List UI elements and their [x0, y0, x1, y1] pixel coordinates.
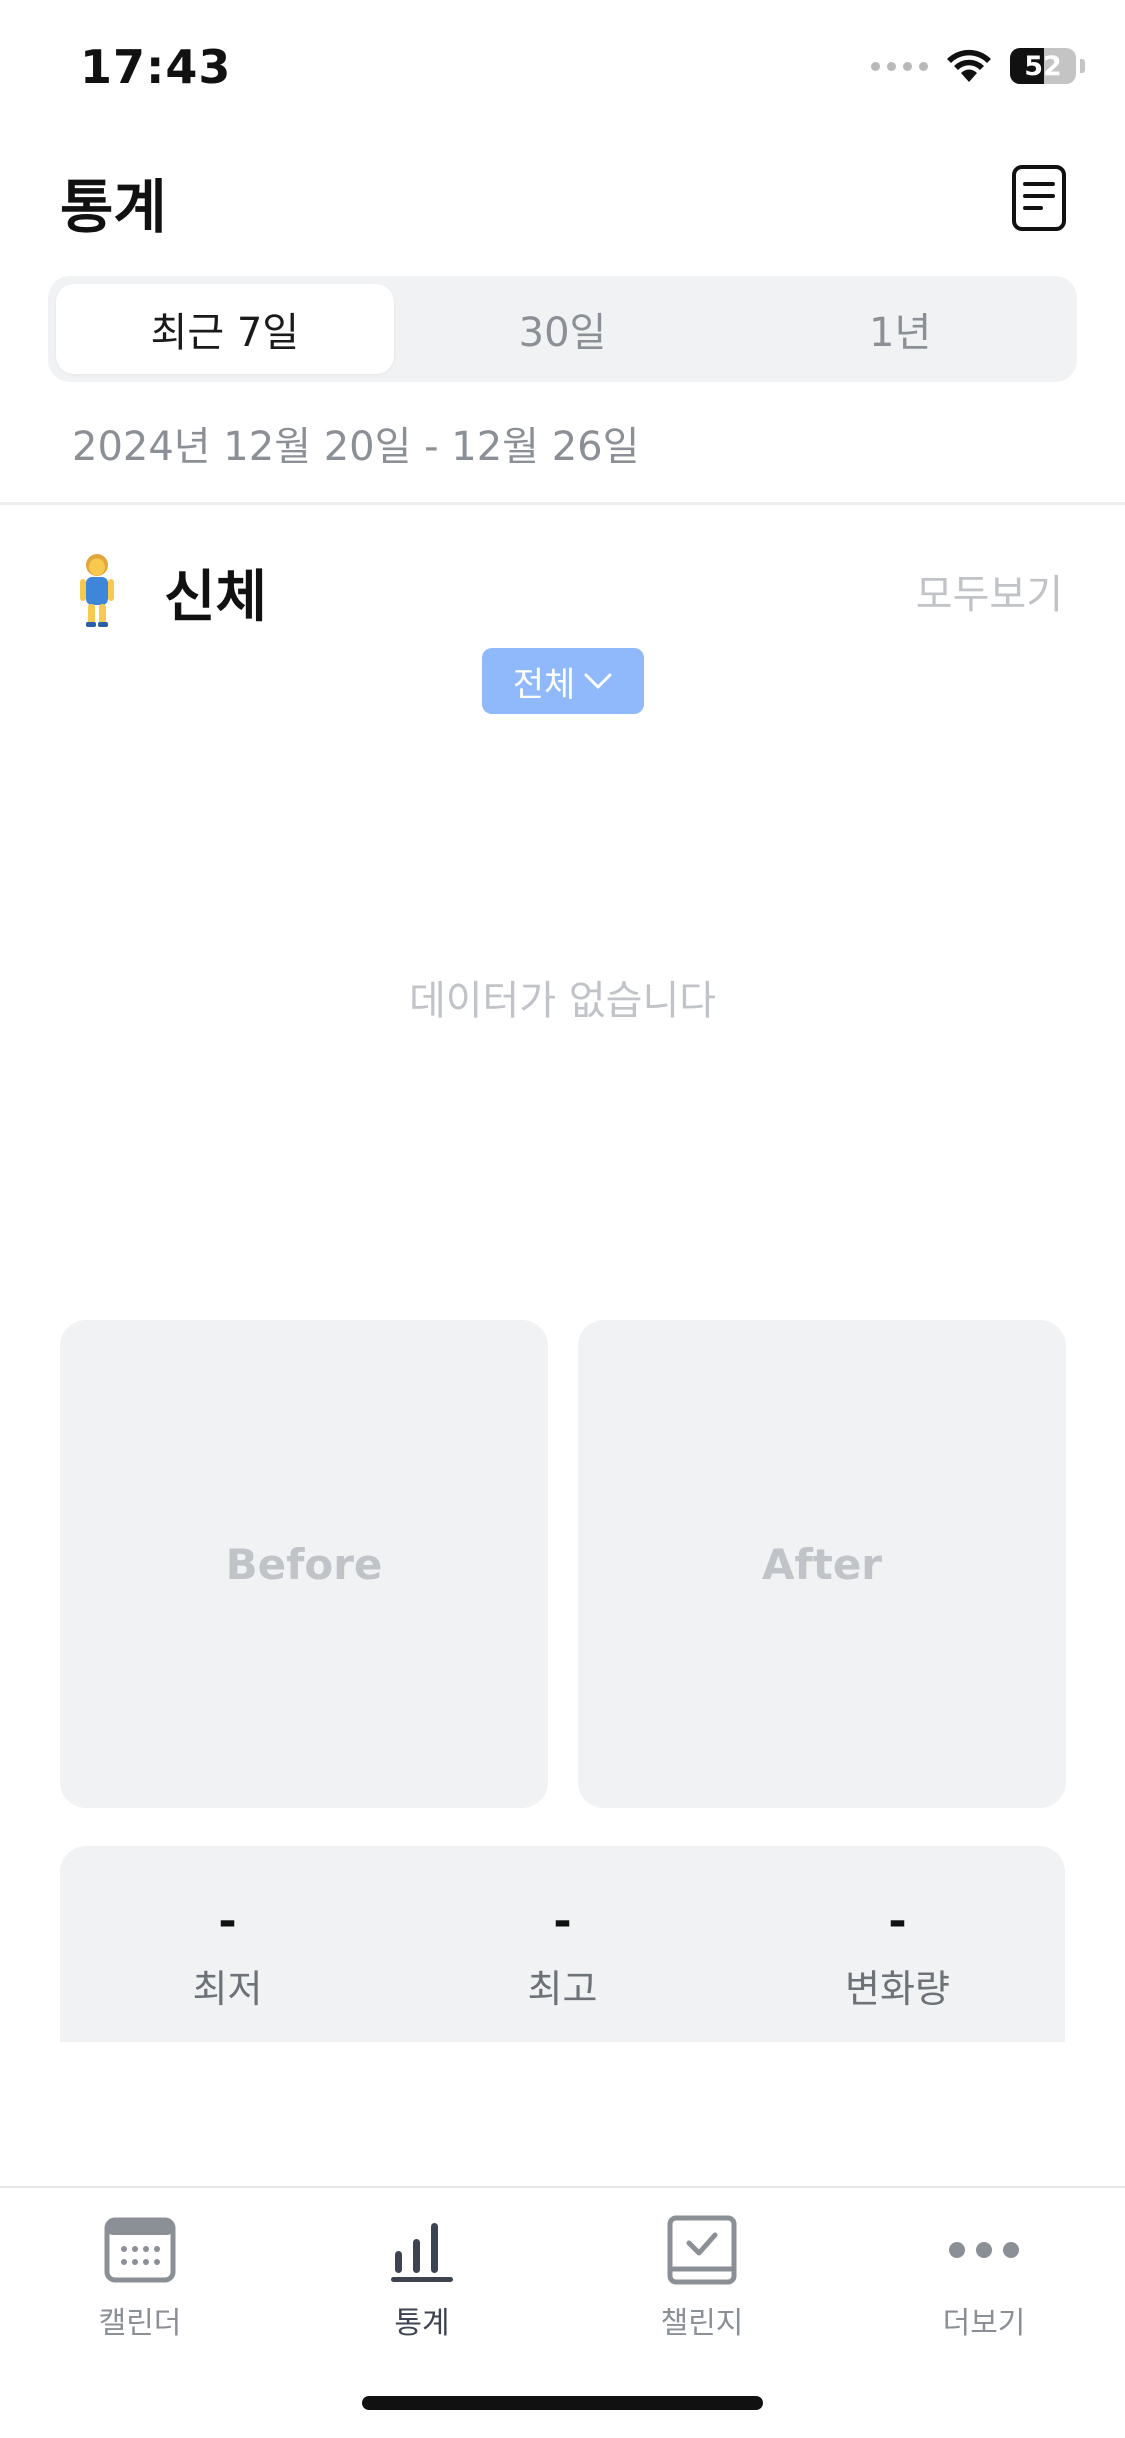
stat-min-value: - — [218, 1896, 237, 1947]
chevron-down-icon — [584, 673, 612, 689]
report-document-icon[interactable] — [1011, 164, 1067, 232]
status-time: 17:43 — [80, 40, 232, 94]
after-label: After — [761, 1539, 883, 1589]
tab-statistics-label: 통계 — [394, 2306, 450, 2341]
wifi-icon — [947, 49, 991, 82]
period-tab-30days[interactable]: 30일 — [394, 284, 732, 374]
period-tab-1year[interactable]: 1년 — [731, 284, 1069, 374]
page-title: 통계 — [60, 173, 167, 241]
battery-cap — [1080, 59, 1085, 73]
checkbox-icon — [662, 2210, 742, 2290]
status-indicators: 52 — [871, 48, 1085, 84]
section-divider — [0, 502, 1125, 505]
home-indicator[interactable] — [362, 2396, 763, 2410]
tab-calendar-label: 캘린더 — [98, 2306, 182, 2341]
stat-change-label: 변화량 — [845, 1967, 950, 2011]
tab-statistics[interactable]: 통계 — [322, 2210, 522, 2342]
stat-min-label: 최저 — [192, 1967, 263, 2011]
cellular-signal-icon — [871, 61, 928, 71]
before-label: Before — [225, 1539, 383, 1589]
tab-challenge[interactable]: 챌린지 — [602, 2210, 802, 2342]
battery-level: 52 — [1024, 50, 1062, 82]
filter-dropdown[interactable]: 전체 — [482, 648, 644, 714]
more-dots-icon — [944, 2210, 1024, 2290]
stats-summary: - 최저 - 최고 - 변화량 — [60, 1846, 1065, 2042]
view-all-link[interactable]: 모두보기 — [916, 562, 1063, 620]
period-segmented-control: 최근 7일 30일 1년 — [48, 276, 1077, 382]
after-photo-card[interactable]: After — [578, 1320, 1066, 1808]
stat-min: - 최저 — [60, 1846, 395, 2042]
period-tab-7days[interactable]: 최근 7일 — [56, 284, 394, 374]
filter-selected-label: 전체 — [512, 664, 576, 705]
status-bar: 17:43 52 — [0, 0, 1125, 140]
battery-icon: 52 — [1010, 48, 1076, 84]
tab-challenge-label: 챌린지 — [660, 2306, 744, 2341]
calendar-icon — [100, 2210, 180, 2290]
stat-max-value: - — [553, 1896, 572, 1947]
empty-data-message: 데이터가 없습니다 — [408, 978, 717, 1024]
section-title-body: 신체 — [164, 565, 268, 630]
before-photo-card[interactable]: Before — [60, 1320, 548, 1808]
tab-more[interactable]: 더보기 — [884, 2210, 1084, 2342]
tab-more-label: 더보기 — [942, 2306, 1026, 2341]
tab-calendar[interactable]: 캘린더 — [40, 2210, 240, 2342]
stat-max: - 최고 — [395, 1846, 730, 2042]
stat-change: - 변화량 — [730, 1846, 1065, 2042]
person-standing-emoji — [80, 554, 114, 627]
stat-max-label: 최고 — [527, 1967, 598, 2011]
bar-chart-icon — [382, 2210, 462, 2290]
stat-change-value: - — [888, 1896, 907, 1947]
date-range: 2024년 12월 20일 - 12월 26일 — [72, 424, 640, 470]
